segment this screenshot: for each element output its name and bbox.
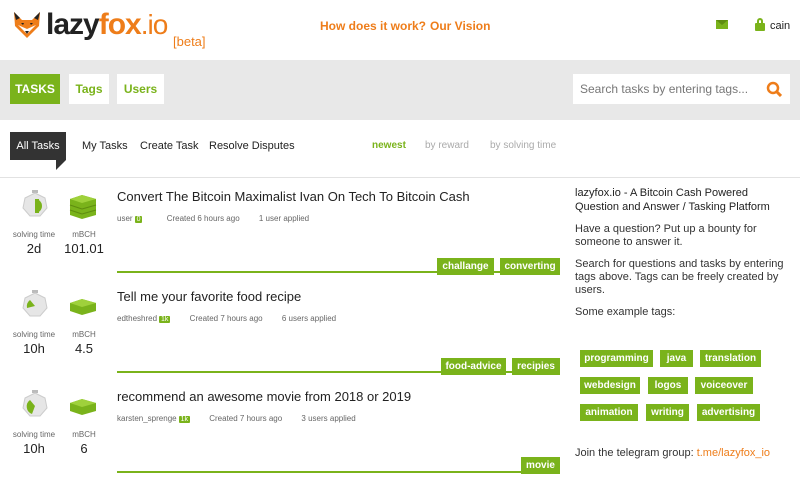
task-tag[interactable]: movie — [521, 457, 560, 474]
task-user[interactable]: user — [117, 214, 133, 223]
example-tag[interactable]: webdesign — [580, 377, 640, 394]
task-applied: 1 user applied — [258, 214, 310, 223]
stopwatch-icon — [22, 190, 48, 217]
brand-name: lazyfox.io — [46, 8, 168, 41]
reward: mBCH 4.5 — [72, 330, 96, 356]
toolbar: TASKS Tags Users — [0, 60, 800, 120]
task-title[interactable]: recommend an awesome movie from 2018 or … — [117, 389, 411, 404]
info-panel: lazyfox.io - A Bitcoin Cash Powered Ques… — [575, 186, 790, 319]
tab-users[interactable]: Users — [117, 74, 164, 104]
task-tag[interactable]: recipies — [512, 358, 560, 375]
reward: mBCH 101.01 — [64, 230, 104, 256]
task-tag[interactable]: food-advice — [441, 358, 506, 375]
task-created: Created 7 hours ago — [189, 314, 263, 323]
solving-time: solving time 10h — [12, 330, 56, 356]
tab-tasks[interactable]: TASKS — [10, 74, 60, 104]
task-user[interactable]: edtheshred — [117, 314, 157, 323]
beta-label: [beta] — [173, 34, 206, 49]
logo[interactable]: lazyfox.io — [12, 8, 168, 41]
reputation-badge: 1k — [159, 316, 171, 323]
nav-our-vision[interactable]: Our Vision — [430, 19, 490, 33]
stopwatch-icon — [22, 290, 48, 317]
telegram-link[interactable]: t.me/lazyfox_io — [697, 447, 770, 459]
subnav-all-tasks[interactable]: All Tasks — [10, 132, 66, 160]
task-user[interactable]: karsten_sprenge — [117, 414, 177, 423]
task-underline — [117, 471, 560, 473]
coin-stack-icon — [69, 195, 97, 219]
solving-time: solving time 10h — [12, 430, 56, 456]
example-tag[interactable]: animation — [580, 404, 638, 421]
header: lazyfox.io [beta] How does it work? Our … — [0, 0, 800, 60]
search-input[interactable] — [573, 74, 753, 104]
sort-by-solving-time[interactable]: by solving time — [490, 140, 556, 151]
task-meta: edtheshred 1k Created 7 hours ago 6 users… — [117, 314, 336, 323]
subnav-active-indicator — [56, 160, 66, 170]
coin-stack-icon — [70, 399, 96, 415]
task-created: Created 7 hours ago — [209, 414, 283, 423]
panel-title: lazyfox.io - A Bitcoin Cash Powered Ques… — [575, 187, 770, 213]
task-meta: user 0 Created 6 hours ago 1 user applied — [117, 214, 309, 223]
task-meta: karsten_sprenge 1k Created 7 hours ago 3 … — [117, 414, 356, 423]
task-tag[interactable]: challange — [437, 258, 494, 275]
panel-intro: Have a question? Put up a bounty for som… — [575, 223, 757, 248]
telegram-line: Join the telegram group: t.me/lazyfox_io — [575, 447, 771, 459]
fox-logo-icon — [14, 12, 40, 38]
sort-by-reward[interactable]: by reward — [425, 140, 469, 151]
task-item[interactable]: solving time 10h mBCH 4.5 Tell me your f… — [0, 278, 565, 375]
example-tag[interactable]: java — [660, 350, 693, 367]
search-box — [573, 74, 790, 104]
stopwatch-icon — [22, 390, 48, 417]
example-tag[interactable]: logos — [648, 377, 688, 394]
reputation-badge: 0 — [134, 216, 143, 223]
lock-icon[interactable] — [755, 18, 765, 31]
task-title[interactable]: Convert The Bitcoin Maximalist Ivan On T… — [117, 189, 470, 204]
task-created: Created 6 hours ago — [166, 214, 240, 223]
task-tag[interactable]: converting — [500, 258, 560, 275]
example-tag[interactable]: writing — [646, 404, 689, 421]
search-icon[interactable] — [766, 81, 782, 97]
example-tag[interactable]: voiceover — [695, 377, 753, 394]
nav-how-it-works[interactable]: How does it work? — [320, 19, 426, 33]
subnav-create-task[interactable]: Create Task — [140, 140, 199, 152]
sub-navigation: All Tasks My Tasks Create Task Resolve D… — [0, 132, 800, 172]
task-applied: 6 users applied — [281, 314, 337, 323]
panel-search-help: Search for questions and tasks by enteri… — [575, 258, 784, 296]
solving-time: solving time 2d — [12, 230, 56, 256]
reward: mBCH 6 — [72, 430, 96, 456]
task-item[interactable]: solving time 2d mBCH 101.01 Convert The … — [0, 178, 565, 275]
subnav-resolve-disputes[interactable]: Resolve Disputes — [209, 140, 295, 152]
mail-icon[interactable] — [716, 20, 728, 29]
example-tag[interactable]: advertising — [697, 404, 760, 421]
task-item[interactable]: solving time 10h mBCH 6 recommend an awe… — [0, 378, 565, 474]
panel-example-label: Some example tags: — [575, 306, 676, 318]
task-applied: 3 users applied — [301, 414, 356, 423]
task-title[interactable]: Tell me your favorite food recipe — [117, 289, 301, 304]
coin-stack-icon — [70, 299, 96, 315]
user-name[interactable]: cain — [770, 20, 790, 32]
reputation-badge: 1k — [178, 416, 190, 423]
subnav-my-tasks[interactable]: My Tasks — [82, 140, 128, 152]
tab-tags[interactable]: Tags — [69, 74, 109, 104]
sort-newest[interactable]: newest — [372, 140, 406, 151]
example-tag[interactable]: translation — [700, 350, 761, 367]
example-tag[interactable]: programming — [580, 350, 653, 367]
